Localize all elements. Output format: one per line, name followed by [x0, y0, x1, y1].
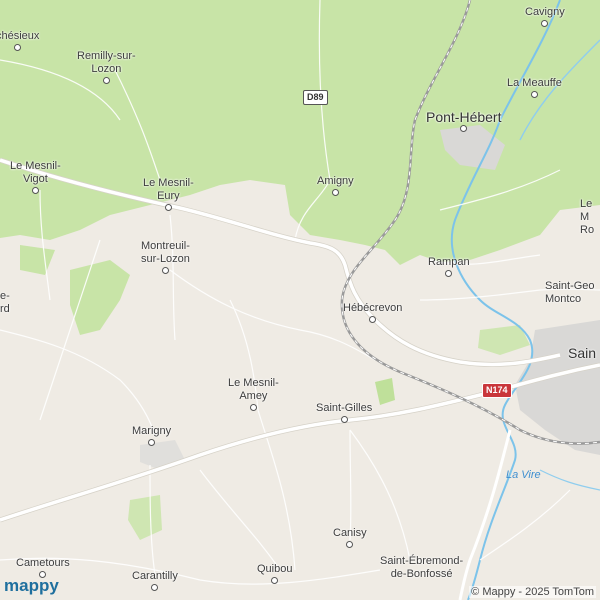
- place-label[interactable]: Hébécrevon: [343, 302, 402, 323]
- copyright-notice: © Mappy - 2025 TomTom: [469, 586, 596, 598]
- place-label[interactable]: Sain: [568, 346, 596, 360]
- place-label[interactable]: Saint-Geo Montco: [545, 280, 595, 306]
- road-shield-d89: D89: [303, 90, 328, 105]
- place-marker: [31, 187, 39, 194]
- place-label[interactable]: Le Mesnil- Vigot: [10, 160, 61, 194]
- map-canvas[interactable]: D89 N174 chésieux Remilly-sur- Lozon Cav…: [0, 0, 600, 600]
- place-label[interactable]: Quibou: [257, 563, 292, 584]
- place-label[interactable]: Le M Ro: [580, 198, 600, 237]
- place-label[interactable]: chésieux: [0, 30, 39, 51]
- place-marker: [161, 267, 169, 274]
- place-marker: [102, 77, 110, 84]
- place-label[interactable]: e- rd: [0, 290, 10, 316]
- place-marker: [164, 204, 172, 211]
- place-marker: [541, 20, 549, 27]
- place-label[interactable]: Canisy: [333, 527, 367, 548]
- place-label[interactable]: La Meauffe: [507, 77, 562, 98]
- place-marker: [271, 577, 279, 584]
- place-label[interactable]: Le Mesnil- Eury: [143, 177, 194, 211]
- mappy-logo[interactable]: mappy: [4, 576, 59, 596]
- place-marker: [369, 316, 377, 323]
- place-label[interactable]: Montreuil- sur-Lozon: [141, 240, 190, 274]
- road-shield-n174: N174: [482, 383, 512, 398]
- place-label[interactable]: Saint-Ébremond- de-Bonfossé: [380, 555, 463, 581]
- place-marker: [151, 584, 159, 591]
- place-label[interactable]: Saint-Gilles: [316, 402, 372, 423]
- place-marker: [530, 91, 538, 98]
- river-label: La Vire: [506, 469, 541, 481]
- place-label[interactable]: Cavigny: [525, 6, 565, 27]
- place-label[interactable]: Le Mesnil- Amey: [228, 377, 279, 411]
- place-label[interactable]: Amigny: [317, 175, 354, 196]
- place-label[interactable]: Rampan: [428, 256, 470, 277]
- place-marker: [346, 541, 354, 548]
- place-marker: [14, 44, 22, 51]
- place-label[interactable]: Pont-Hébert: [426, 110, 501, 132]
- place-marker: [249, 404, 257, 411]
- place-marker: [148, 439, 156, 446]
- place-label[interactable]: Marigny: [132, 425, 171, 446]
- place-marker: [331, 189, 339, 196]
- place-marker: [340, 416, 348, 423]
- place-label[interactable]: Remilly-sur- Lozon: [77, 50, 136, 84]
- place-label[interactable]: Carantilly: [132, 570, 178, 591]
- place-marker: [460, 125, 468, 132]
- place-marker: [445, 270, 453, 277]
- place-label[interactable]: Cametours: [16, 557, 70, 578]
